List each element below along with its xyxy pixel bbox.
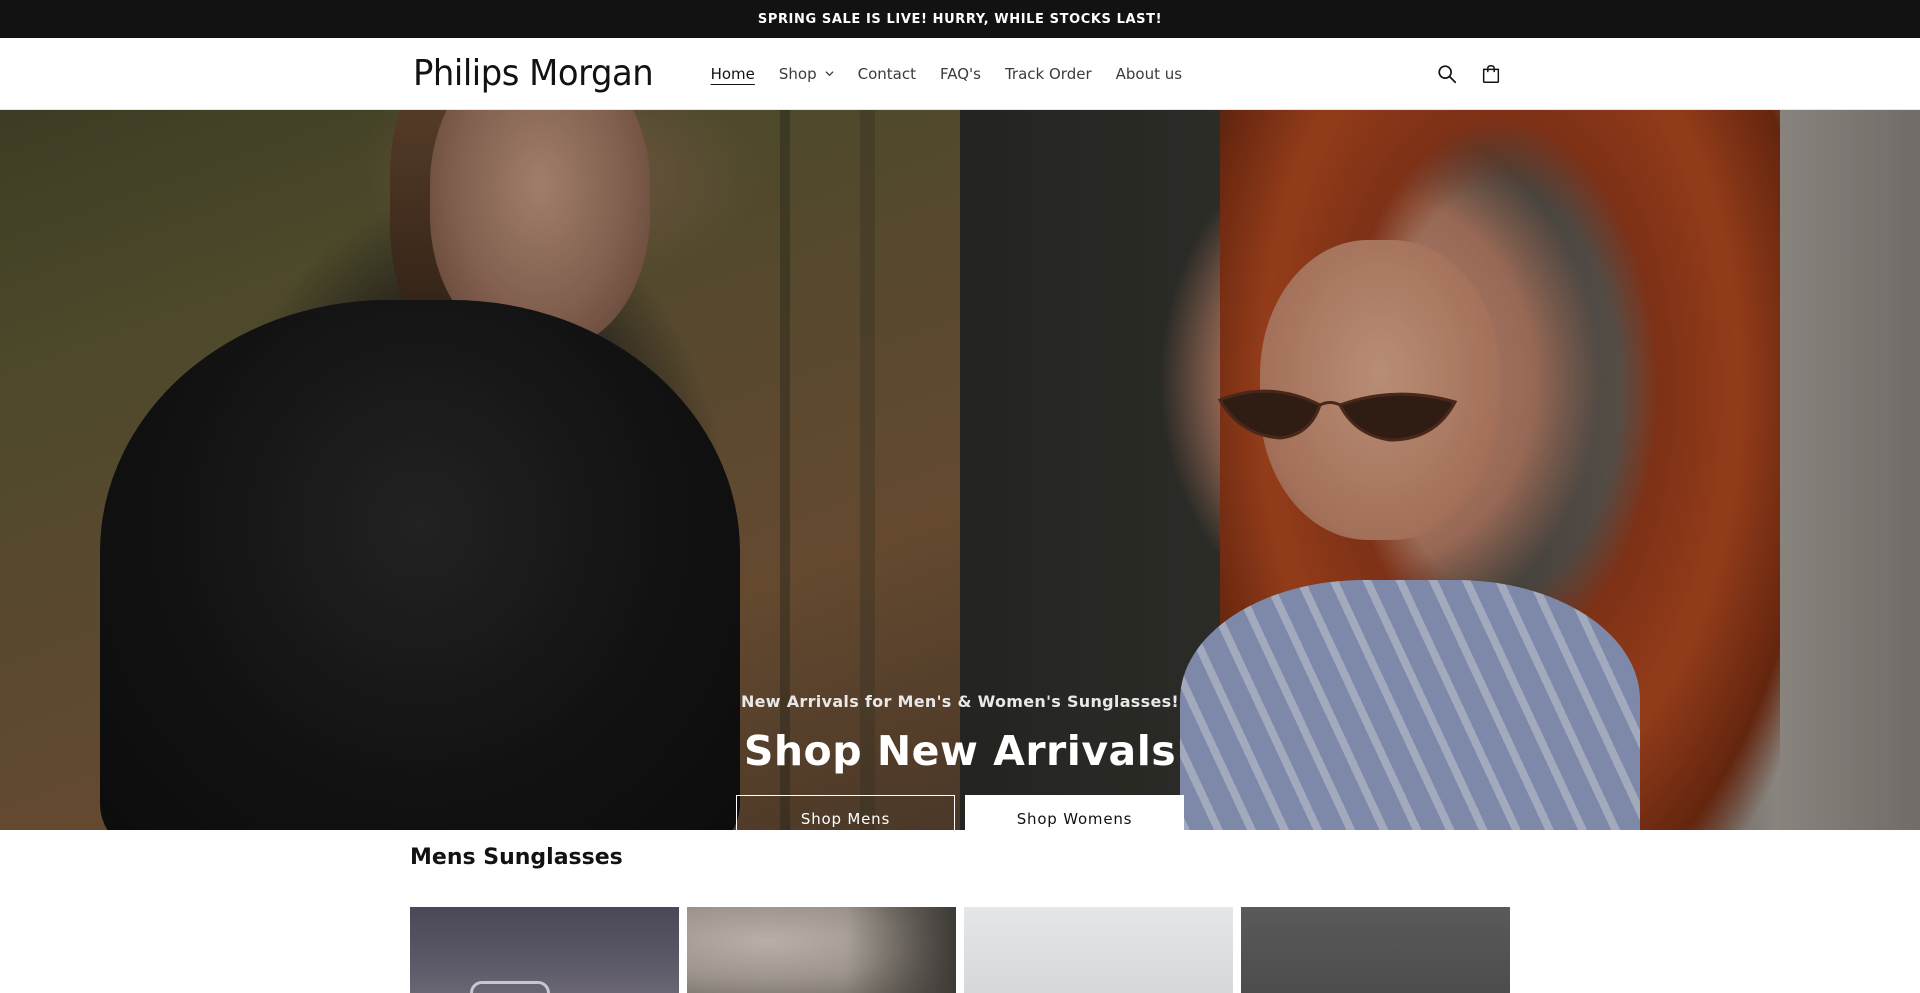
cart-icon[interactable] xyxy=(1480,63,1502,85)
announcement-text: SPRING SALE IS LIVE! HURRY, WHILE STOCKS… xyxy=(757,11,1163,27)
search-icon[interactable] xyxy=(1436,63,1458,85)
product-card[interactable] xyxy=(1241,907,1510,993)
nav-shop-label: Shop xyxy=(778,64,817,83)
hero-title: Shop New Arrivals xyxy=(743,727,1177,775)
nav-shop[interactable]: Shop xyxy=(779,65,834,83)
site-header: Philips Morgan Home Shop Contact FAQ's T… xyxy=(0,38,1920,110)
hero-subheading: New Arrivals for Men's & Women's Sunglas… xyxy=(740,692,1180,711)
nav-track-order[interactable]: Track Order xyxy=(1005,65,1092,83)
product-card[interactable] xyxy=(410,907,679,993)
product-card[interactable] xyxy=(964,907,1233,993)
nav-about-us[interactable]: About us xyxy=(1116,65,1182,83)
product-card[interactable] xyxy=(687,907,956,993)
nav-home[interactable]: Home xyxy=(711,65,755,83)
shop-mens-button[interactable]: Shop Mens xyxy=(736,795,955,830)
announcement-bar: SPRING SALE IS LIVE! HURRY, WHILE STOCKS… xyxy=(0,0,1920,38)
chevron-down-icon xyxy=(825,71,834,77)
site-logo[interactable]: Philips Morgan xyxy=(413,53,654,94)
main-nav: Home Shop Contact FAQ's Track Order Abou… xyxy=(711,65,1207,83)
hero-banner: New Arrivals for Men's & Women's Sunglas… xyxy=(0,110,1920,830)
nav-faqs[interactable]: FAQ's xyxy=(940,65,981,83)
shop-womens-button[interactable]: Shop Womens xyxy=(965,795,1184,830)
section-title-mens-sunglasses: Mens Sunglasses xyxy=(410,845,623,870)
nav-contact[interactable]: Contact xyxy=(858,65,916,83)
product-grid xyxy=(410,907,1510,993)
